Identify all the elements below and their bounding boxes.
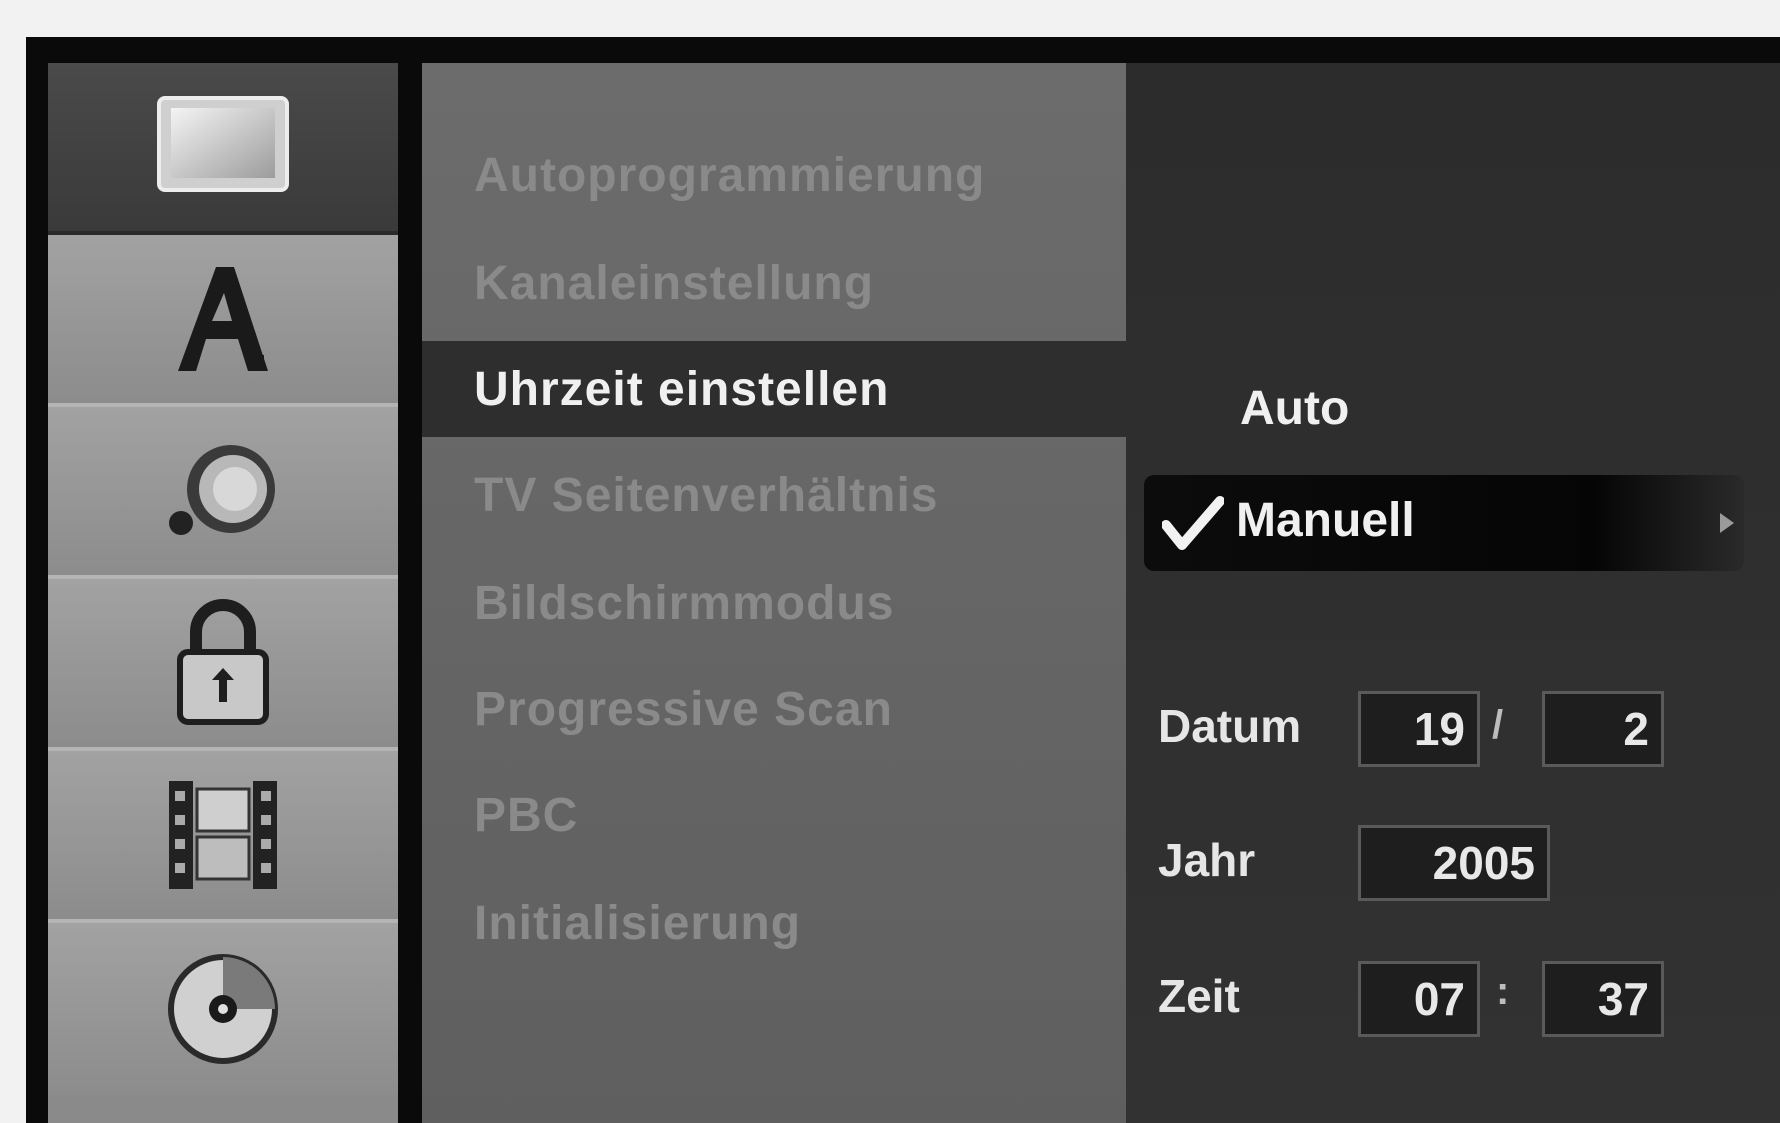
menu-item-bildschirmmodus[interactable]: Bildschirmmodus — [422, 555, 1126, 651]
checkmark-icon — [1161, 495, 1225, 556]
arrow-right-icon — [1720, 513, 1734, 533]
menu-item-autoprogrammierung[interactable]: Autoprogrammierung — [422, 127, 1126, 223]
tab-audio[interactable] — [48, 407, 398, 579]
menu-item-progressive-scan[interactable]: Progressive Scan — [422, 661, 1126, 757]
language-a-icon — [168, 259, 278, 379]
tab-disc[interactable] — [48, 923, 398, 1095]
menu-item-tv-seitenverhaeltnis[interactable]: TV Seitenverhältnis — [422, 447, 1126, 543]
speaker-icon — [163, 431, 283, 551]
monitor-icon — [153, 92, 293, 202]
date-day-field[interactable]: 19 — [1358, 691, 1480, 767]
film-icon — [163, 775, 283, 895]
menu-item-pbc[interactable]: PBC — [422, 767, 1126, 863]
setup-menu-screen: Autoprogrammierung Kanaleinstellung Uhrz… — [26, 37, 1780, 1123]
date-month-field[interactable]: 2 — [1542, 691, 1664, 767]
setup-menu-list: Autoprogrammierung Kanaleinstellung Uhrz… — [422, 63, 1152, 1123]
menu-item-uhrzeit-einstellen[interactable]: Uhrzeit einstellen — [422, 341, 1152, 437]
date-separator: / — [1492, 703, 1504, 747]
time-label: Zeit — [1158, 970, 1240, 1022]
tab-general[interactable] — [48, 63, 398, 235]
option-manual-label: Manuell — [1236, 494, 1415, 547]
option-auto[interactable]: Auto — [1240, 381, 1349, 436]
year-label: Jahr — [1158, 834, 1256, 886]
menu-item-kanaleinstellung[interactable]: Kanaleinstellung — [422, 235, 1126, 331]
category-icon-strip — [48, 63, 398, 1123]
option-manual-row[interactable]: Manuell — [1144, 475, 1744, 571]
tab-language[interactable] — [48, 235, 398, 407]
tab-recording[interactable] — [48, 751, 398, 923]
lock-icon — [168, 598, 278, 728]
year-field[interactable]: 2005 — [1358, 825, 1550, 901]
tab-lock[interactable] — [48, 579, 398, 751]
menu-item-initialisierung[interactable]: Initialisierung — [422, 875, 1126, 971]
time-minute-field[interactable]: 37 — [1542, 961, 1664, 1037]
time-hour-field[interactable]: 07 — [1358, 961, 1480, 1037]
time-separator: : — [1496, 969, 1510, 1013]
panel-divider — [398, 63, 422, 1123]
clock-settings-panel: Auto Manuell Datum 19 / 2 Jahr 2005 Zeit… — [1126, 63, 1780, 1123]
disc-icon — [163, 949, 283, 1069]
date-label: Datum — [1158, 700, 1302, 752]
